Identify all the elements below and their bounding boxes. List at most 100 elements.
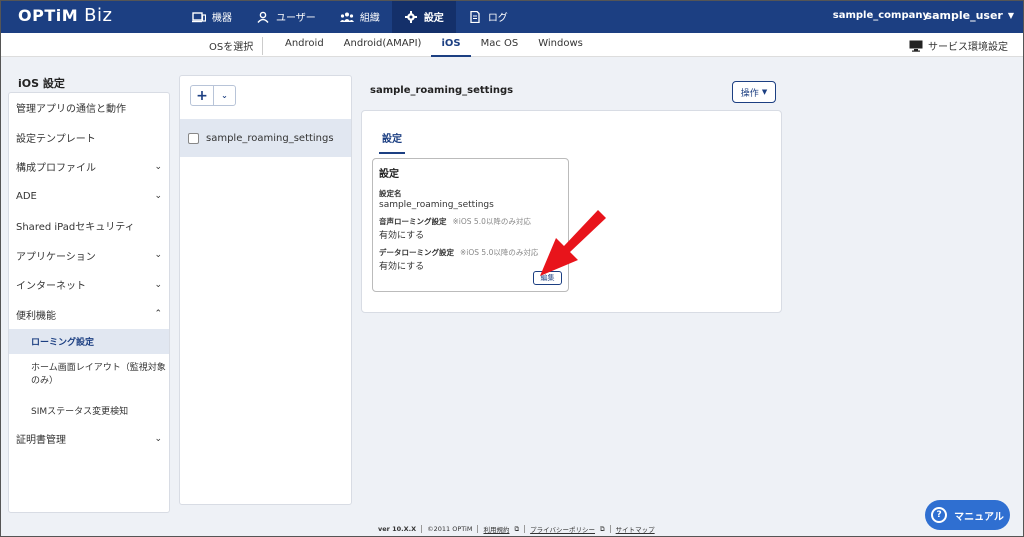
add-dropdown-button[interactable]: ⌄ [213,86,235,105]
chevron-down-icon: ⌄ [154,191,162,202]
row-checkbox[interactable] [188,132,199,144]
chevron-down-icon: ⌄ [154,433,162,444]
sidebar-item-config-profile[interactable]: 構成プロファイル ⌄ [9,152,169,182]
field-label: 設定名 [379,188,562,199]
red-arrow-annotation [540,210,606,276]
chevron-down-icon: ⌄ [154,250,162,261]
service-settings-link[interactable]: サービス環境設定 [909,38,1008,53]
nav-users[interactable]: ユーザー [244,0,328,33]
sidebar-subitem-home-layout[interactable]: ホーム画面レイアウト（監視対象のみ） [9,354,169,396]
action-button-label: 操作 [740,88,759,99]
nav-label: 組織 [359,13,380,24]
field-value: sample_roaming_settings [379,200,494,210]
caret-down-icon: ▼ [761,88,768,96]
add-button[interactable]: + [191,86,213,105]
action-button[interactable]: 操作 ▼ [732,81,776,103]
tab-ios[interactable]: iOS [431,33,471,57]
sidebar-item-applications[interactable]: アプリケーション ⌄ [9,241,169,271]
list-item-label: sample_roaming_settings [206,132,334,144]
field-label-text: 設定名 [379,189,402,198]
sidebar-item-app-comm[interactable]: 管理アプリの通信と動作 [9,93,169,123]
sidebar-item-shared-ipad[interactable]: Shared iPadセキュリティ [9,211,169,241]
os-select-label: OSを選択 [209,42,254,53]
monitor-icon [909,40,923,52]
sidebar: 管理アプリの通信と動作 設定テンプレート 構成プロファイル ⌄ ADE ⌄ Shar… [8,92,170,513]
logo-sub: Biz [84,5,113,26]
divider [609,525,611,533]
sidebar-item-label: 管理アプリの通信と動作 [16,104,126,116]
chevron-up-icon: ⌃ [154,309,162,320]
manual-label: マニュアル [954,511,1004,523]
sidebar-item-label: 便利機能 [16,310,56,322]
sidebar-item-label: インターネット [16,281,86,293]
list-item[interactable]: sample_roaming_settings [180,119,351,157]
tab-windows[interactable]: Windows [528,33,593,57]
nav-label: 設定 [423,13,444,24]
tab-settings[interactable]: 設定 [379,130,405,154]
device-icon [192,11,206,22]
sidebar-subitem-roaming[interactable]: ローミング設定 [9,329,169,354]
sidebar-item-certificates[interactable]: 証明書管理 ⌄ [9,424,169,454]
footer: ver 10.X.X ©2011 OPTiM 利用規約 ⧉ プライバシーポリシー… [378,524,655,535]
sidebar-title: iOS 設定 [18,77,65,90]
help-icon: ? [931,507,948,523]
nav-devices[interactable]: 機器 [180,0,244,33]
company-name: sample_company [832,10,929,21]
os-bar: OSを選択 Android Android(AMAPI) iOS Mac OS … [0,33,1024,57]
top-bar: OPTiM Biz 機器 ユーザー 組織 設定 ログ sample_compan… [0,0,1024,33]
log-icon [470,10,480,23]
add-button-group: + ⌄ [190,85,236,106]
sidebar-item-label: Shared iPadセキュリティ [16,222,135,234]
field-label-text: データローミング設定 [379,248,454,257]
field-label: データローミング設定 ※iOS 5.0以降のみ対応 [379,247,562,258]
logo[interactable]: OPTiM Biz [18,5,112,26]
manual-button[interactable]: ? マニュアル [925,500,1010,530]
caret-down-icon: ▼ [1007,11,1014,20]
organization-icon [339,12,354,22]
divider [262,37,263,55]
sidebar-item-ade[interactable]: ADE ⌄ [9,182,169,212]
field-label-text: 音声ローミング設定 [379,217,447,226]
nav-log[interactable]: ログ [456,0,520,33]
nav-label: ログ [487,13,508,24]
external-link-icon: ⧉ [600,524,605,533]
tab-android-amapi[interactable]: Android(AMAPI) [334,33,432,57]
nav-settings[interactable]: 設定 [391,0,456,33]
external-link-icon: ⧉ [514,524,520,533]
divider [421,525,423,533]
field-label: 音声ローミング設定 ※iOS 5.0以降のみ対応 [379,216,562,227]
sidebar-item-utility[interactable]: 便利機能 ⌃ [9,300,169,330]
nav-organization[interactable]: 組織 [328,0,392,33]
os-tabs: Android Android(AMAPI) iOS Mac OS Window… [275,33,593,57]
divider [477,525,479,533]
chevron-down-icon: ⌄ [154,279,162,290]
sidebar-item-label: ADE [16,190,37,202]
card-title: 設定 [379,169,399,180]
divider [524,525,526,533]
privacy-link[interactable]: プライバシーポリシー [530,524,595,534]
sidebar-subitem-sim-status[interactable]: SIMステータス変更検知 [9,396,169,424]
service-settings-label: サービス環境設定 [928,42,1008,53]
detail-title: sample_roaming_settings [370,85,514,96]
sitemap-link[interactable]: サイトマップ [616,524,655,534]
main-nav: 機器 ユーザー 組織 設定 ログ [180,0,520,33]
user-icon [257,11,269,23]
sidebar-item-label: アプリケーション [16,251,96,263]
sidebar-item-internet[interactable]: インターネット ⌄ [9,270,169,300]
terms-link[interactable]: 利用規約 [483,524,509,534]
settings-list-panel: + ⌄ sample_roaming_settings [179,75,352,505]
gear-icon [404,10,417,23]
user-menu[interactable]: sample_user ▼ [926,9,1014,22]
sidebar-item-template[interactable]: 設定テンプレート [9,123,169,153]
field-note: ※iOS 5.0以降のみ対応 [460,248,539,257]
sidebar-item-label: 証明書管理 [16,435,66,447]
version-text: ver 10.X.X [378,525,417,533]
user-name: sample_user [925,9,1003,22]
chevron-down-icon: ⌄ [154,161,162,172]
tab-macos[interactable]: Mac OS [471,33,529,57]
field-value: 有効にする [379,231,425,241]
tab-android[interactable]: Android [275,33,334,57]
sidebar-item-label: 構成プロファイル [16,163,96,175]
nav-label: 機器 [212,13,232,24]
sidebar-item-label: 設定テンプレート [16,133,96,145]
